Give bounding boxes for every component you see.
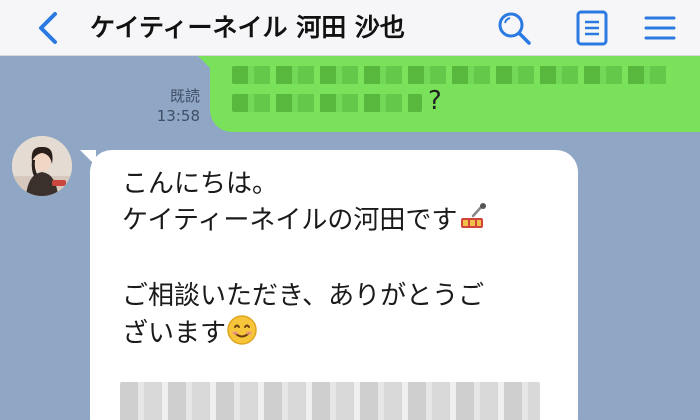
received-message-bubble[interactable]: こんにちは。 ケイティーネイルの河田です ご相談いただき、ありがとうご ざいます (90, 150, 578, 420)
blurred-text (120, 382, 540, 420)
search-button[interactable] (494, 8, 534, 48)
message-line: こんにちは。 (122, 169, 279, 199)
nail-polish-icon (457, 202, 487, 240)
blurred-text (232, 66, 672, 84)
avatar-photo-icon (12, 136, 72, 196)
menu-button[interactable] (640, 8, 680, 48)
back-button[interactable] (30, 10, 66, 46)
notes-button[interactable] (572, 8, 612, 48)
message-line: ご相談いただき、ありがとうご (122, 281, 485, 311)
search-icon (498, 12, 531, 45)
message-line: ざいます (122, 314, 258, 354)
chevron-left-icon (39, 12, 57, 44)
chat-header: ケイティーネイル 河田 沙也 (0, 0, 700, 56)
chat-area[interactable]: ? 既読 13:58 こんにちは。 ケイティーネイルの河田です ご相談いただき、… (0, 56, 700, 420)
sent-message-bubble[interactable]: ? (210, 56, 700, 132)
read-status: 既読 (169, 87, 200, 105)
hamburger-menu-icon (644, 16, 676, 40)
smiling-face-emoji (226, 314, 258, 354)
avatar[interactable] (12, 136, 72, 196)
notes-icon (576, 10, 608, 46)
message-time: 13:58 (156, 107, 200, 125)
chat-title: ケイティーネイル 河田 沙也 (90, 13, 405, 42)
blurred-text (232, 94, 422, 112)
sent-message-suffix: ? (428, 86, 442, 116)
message-meta: 既読 13:58 (136, 86, 200, 126)
message-line: ケイティーネイルの河田です (122, 202, 487, 240)
